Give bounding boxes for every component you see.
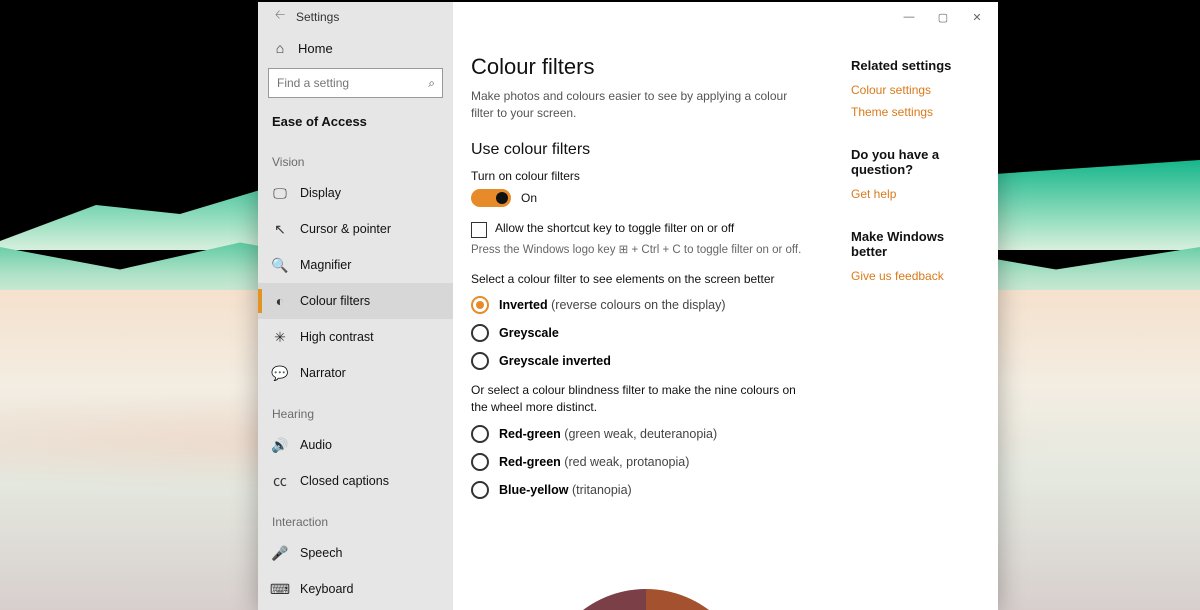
content-area: Colour filters Make photos and colours e… bbox=[453, 2, 998, 610]
page-subtitle: Make photos and colours easier to see by… bbox=[471, 88, 791, 123]
search-icon: ⌕ bbox=[428, 76, 435, 91]
nav-high-contrast[interactable]: ✳ High contrast bbox=[258, 319, 453, 355]
radio-icon bbox=[471, 296, 489, 314]
link-colour-settings[interactable]: Colour settings bbox=[851, 83, 980, 97]
main-column: Colour filters Make photos and colours e… bbox=[471, 54, 821, 610]
shortcut-checkbox[interactable] bbox=[471, 222, 487, 238]
magnifier-icon: 🔍 bbox=[272, 257, 288, 273]
display-icon: 🖵 bbox=[272, 185, 288, 201]
better-heading: Make Windows better bbox=[851, 229, 980, 259]
section-hearing: Hearing bbox=[258, 391, 453, 427]
radio-greyscale[interactable]: Greyscale bbox=[471, 324, 821, 342]
opt-grey: Greyscale bbox=[499, 326, 559, 340]
nav-speech-label: Speech bbox=[300, 546, 342, 560]
category-label: Ease of Access bbox=[258, 106, 453, 139]
select-filter-label: Select a colour filter to see elements o… bbox=[471, 272, 821, 286]
opt-rg2-bold: Red-green bbox=[499, 455, 561, 469]
home-label: Home bbox=[298, 41, 333, 56]
nav-audio[interactable]: 🔊 Audio bbox=[258, 427, 453, 463]
nav-speech[interactable]: 🎤 Speech bbox=[258, 535, 453, 571]
nav-magnifier-label: Magnifier bbox=[300, 258, 351, 272]
page-title: Colour filters bbox=[471, 54, 821, 80]
settings-window: 🡠 Settings — ▢ ✕ ⌂ Home ⌕ Ease of Access… bbox=[258, 2, 998, 610]
side-column: Related settings Colour settings Theme s… bbox=[851, 54, 980, 610]
nav-cursor[interactable]: ↖ Cursor & pointer bbox=[258, 211, 453, 247]
nav-colour-filters[interactable]: ◐ Colour filters bbox=[258, 283, 453, 319]
toggle-state: On bbox=[521, 191, 537, 205]
nav-keyboard[interactable]: ⌨ Keyboard bbox=[258, 571, 453, 607]
colour-filters-icon: ◐ bbox=[272, 293, 288, 309]
opt-rg2-paren: (red weak, protanopia) bbox=[561, 455, 690, 469]
radio-icon bbox=[471, 425, 489, 443]
nav-keyboard-label: Keyboard bbox=[300, 582, 354, 596]
maximize-button[interactable]: ▢ bbox=[926, 2, 960, 32]
keyboard-icon: ⌨ bbox=[272, 581, 288, 597]
question-heading: Do you have a question? bbox=[851, 147, 980, 177]
home-icon: ⌂ bbox=[272, 40, 288, 56]
radio-icon bbox=[471, 453, 489, 471]
nav-display-label: Display bbox=[300, 186, 341, 200]
cursor-icon: ↖ bbox=[272, 221, 288, 237]
radio-icon bbox=[471, 352, 489, 370]
shortcut-label: Allow the shortcut key to toggle filter … bbox=[495, 221, 734, 235]
nav-display[interactable]: 🖵 Display bbox=[258, 175, 453, 211]
section-vision: Vision bbox=[258, 139, 453, 175]
shortcut-hint: Press the Windows logo key ⊞ + Ctrl + C … bbox=[471, 242, 821, 256]
nav-colour-filters-label: Colour filters bbox=[300, 294, 370, 308]
colour-wheel bbox=[541, 589, 751, 610]
nav-closed-captions[interactable]: ㏄ Closed captions bbox=[258, 463, 453, 499]
sidebar-home[interactable]: ⌂ Home bbox=[258, 32, 453, 64]
search-input[interactable] bbox=[268, 68, 443, 98]
section-interaction: Interaction bbox=[258, 499, 453, 535]
sidebar: ⌂ Home ⌕ Ease of Access Vision 🖵 Display… bbox=[258, 2, 453, 610]
radio-tritanopia[interactable]: Blue-yellow (tritanopia) bbox=[471, 481, 821, 499]
nav-narrator-label: Narrator bbox=[300, 366, 346, 380]
toggle-label: Turn on colour filters bbox=[471, 169, 821, 183]
opt-by-bold: Blue-yellow bbox=[499, 483, 568, 497]
use-filters-heading: Use colour filters bbox=[471, 141, 821, 159]
opt-inverted-paren: (reverse colours on the display) bbox=[548, 298, 726, 312]
or-select-label: Or select a colour blindness filter to m… bbox=[471, 382, 801, 416]
narrator-icon: 💬 bbox=[272, 365, 288, 381]
opt-rg1-paren: (green weak, deuteranopia) bbox=[561, 427, 717, 441]
mic-icon: 🎤 bbox=[272, 545, 288, 561]
radio-greyscale-inverted[interactable]: Greyscale inverted bbox=[471, 352, 821, 370]
radio-protanopia[interactable]: Red-green (red weak, protanopia) bbox=[471, 453, 821, 471]
opt-rg1-bold: Red-green bbox=[499, 427, 561, 441]
titlebar: 🡠 Settings — ▢ ✕ bbox=[258, 2, 998, 32]
nav-audio-label: Audio bbox=[300, 438, 332, 452]
opt-by-paren: (tritanopia) bbox=[568, 483, 631, 497]
nav-high-contrast-label: High contrast bbox=[300, 330, 374, 344]
radio-icon bbox=[471, 481, 489, 499]
cc-icon: ㏄ bbox=[272, 473, 288, 489]
close-button[interactable]: ✕ bbox=[960, 2, 994, 32]
radio-icon bbox=[471, 324, 489, 342]
minimize-button[interactable]: — bbox=[892, 2, 926, 32]
window-title: Settings bbox=[296, 10, 339, 24]
radio-inverted[interactable]: Inverted (reverse colours on the display… bbox=[471, 296, 821, 314]
nav-cursor-label: Cursor & pointer bbox=[300, 222, 391, 236]
colour-filters-toggle[interactable] bbox=[471, 189, 511, 207]
nav-narrator[interactable]: 💬 Narrator bbox=[258, 355, 453, 391]
nav-cc-label: Closed captions bbox=[300, 474, 389, 488]
opt-inverted-bold: Inverted bbox=[499, 298, 548, 312]
link-theme-settings[interactable]: Theme settings bbox=[851, 105, 980, 119]
opt-grey-inv: Greyscale inverted bbox=[499, 354, 611, 368]
back-button[interactable]: 🡠 bbox=[266, 6, 294, 28]
link-feedback[interactable]: Give us feedback bbox=[851, 269, 980, 283]
related-heading: Related settings bbox=[851, 58, 980, 73]
nav-magnifier[interactable]: 🔍 Magnifier bbox=[258, 247, 453, 283]
high-contrast-icon: ✳ bbox=[272, 329, 288, 345]
radio-deuteranopia[interactable]: Red-green (green weak, deuteranopia) bbox=[471, 425, 821, 443]
audio-icon: 🔊 bbox=[272, 437, 288, 453]
link-get-help[interactable]: Get help bbox=[851, 187, 980, 201]
